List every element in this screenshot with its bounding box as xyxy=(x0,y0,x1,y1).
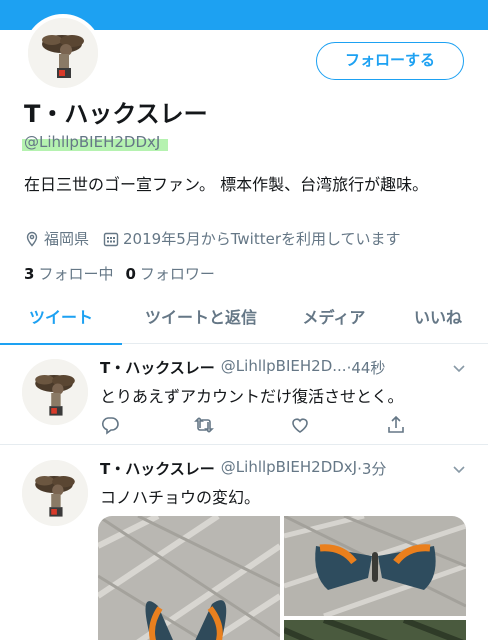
profile-location: 福岡県 xyxy=(44,230,90,248)
location-pin-icon xyxy=(26,231,38,247)
butterfly-photo-image xyxy=(282,617,466,640)
bird-specimen-image xyxy=(22,460,88,526)
followers-link[interactable]: 0 フォロワー xyxy=(125,263,214,284)
following-count: 3 xyxy=(24,265,35,283)
tweet-media-image[interactable] xyxy=(282,617,466,640)
profile-handle: @LihllpBIEH2DDxJ xyxy=(22,133,169,151)
profile-meta: 福岡県 2019年5月からTwitterを利用しています xyxy=(24,228,401,249)
profile-avatar[interactable] xyxy=(24,14,102,92)
tweet[interactable]: T・ハックスレー @LihllpBIEH2D... ·44秒 とりあえずアカウン… xyxy=(0,345,488,445)
butterfly-photo-image xyxy=(283,516,466,619)
bird-specimen-image xyxy=(28,18,98,88)
retweet-button[interactable] xyxy=(194,415,214,435)
tweet-author-name[interactable]: T・ハックスレー xyxy=(100,458,215,479)
followers-count: 0 xyxy=(125,265,136,283)
tweet-author-name[interactable]: T・ハックスレー xyxy=(100,357,215,378)
retweet-icon xyxy=(194,417,214,433)
tweet[interactable]: T・ハックスレー @LihllpBIEH2DDxJ ·3分 コノハチョウの変幻。 xyxy=(0,446,488,640)
tweet-avatar[interactable] xyxy=(22,460,88,526)
reply-icon xyxy=(101,417,119,435)
tweet-actions xyxy=(100,415,410,435)
followers-label: フォロワー xyxy=(139,265,215,283)
tab-tweets-and-replies[interactable]: ツイートと返信 xyxy=(130,298,272,344)
tweet-author-handle[interactable]: @LihllpBIEH2DDxJ xyxy=(221,458,357,479)
like-icon xyxy=(292,418,308,433)
follow-button[interactable]: フォローする xyxy=(316,42,464,80)
bird-specimen-image xyxy=(22,359,88,425)
tweet-timestamp[interactable]: ·44秒 xyxy=(347,357,386,378)
tweet-text: コノハチョウの変幻。 xyxy=(100,488,261,507)
following-label: フォロー中 xyxy=(38,265,114,283)
tab-media[interactable]: メディア xyxy=(286,298,382,344)
share-icon xyxy=(388,415,404,433)
like-button[interactable] xyxy=(290,415,310,435)
reply-button[interactable] xyxy=(100,415,120,435)
tweet-header: T・ハックスレー @LihllpBIEH2D... ·44秒 xyxy=(100,357,385,378)
tweet-media-image[interactable] xyxy=(98,516,282,640)
profile-name: T・ハックスレー xyxy=(24,100,208,128)
chevron-down-icon[interactable] xyxy=(452,462,466,476)
profile-follow-counts: 3 フォロー中 0 フォロワー xyxy=(24,263,227,284)
butterfly-photo-image xyxy=(98,516,282,640)
tweet-timestamp[interactable]: ·3分 xyxy=(357,458,386,479)
tab-tweets[interactable]: ツイート xyxy=(0,298,122,345)
tweet-header: T・ハックスレー @LihllpBIEH2DDxJ ·3分 xyxy=(100,458,386,479)
profile-tabs: ツイート ツイートと返信 メディア いいね xyxy=(0,298,488,345)
tweet-media-grid xyxy=(98,516,466,640)
chevron-down-icon[interactable] xyxy=(452,361,466,375)
calendar-icon xyxy=(103,232,119,246)
tweet-author-handle[interactable]: @LihllpBIEH2D... xyxy=(221,357,347,378)
profile-joined-date: 2019年5月からTwitterを利用しています xyxy=(123,230,401,248)
profile-bio: 在日三世のゴー宣ファン。 標本作製、台湾旅行が趣味。 xyxy=(24,175,429,194)
tweet-media-image[interactable] xyxy=(283,516,466,619)
tab-likes[interactable]: いいね xyxy=(398,298,478,344)
tweet-avatar[interactable] xyxy=(22,359,88,425)
share-button[interactable] xyxy=(386,415,406,435)
tweet-text: とりあえずアカウントだけ復活させとく。 xyxy=(100,387,404,406)
following-link[interactable]: 3 フォロー中 xyxy=(24,263,113,284)
